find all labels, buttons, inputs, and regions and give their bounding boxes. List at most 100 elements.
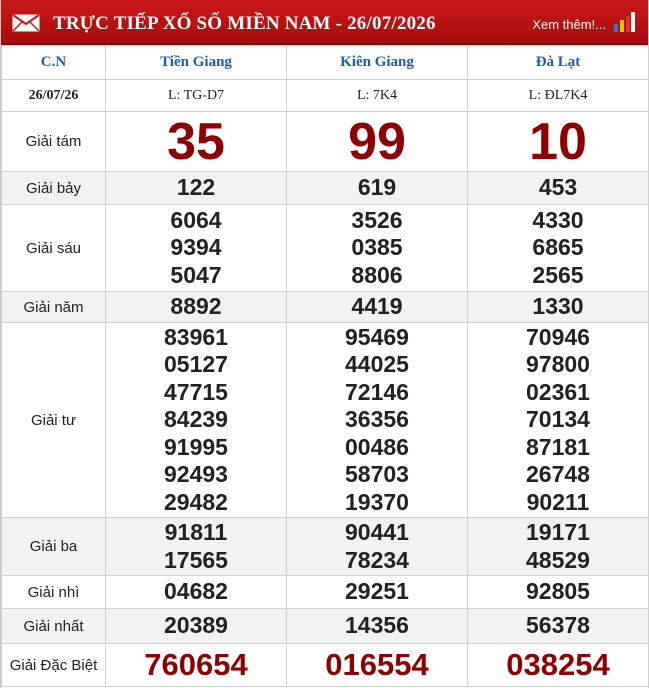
prize-number: 4419	[351, 293, 403, 320]
prize-row-g3: Giải ba 91811 17565 90441 78234 19171 48…	[1, 517, 649, 576]
mail-icon	[12, 14, 40, 32]
ticket-code: L: ĐL7K4	[467, 79, 649, 112]
prize-number: 92805	[526, 578, 590, 605]
prize-cell: 038254	[467, 643, 649, 687]
prize-label: Giải tám	[1, 111, 106, 172]
prize-cell: 91811 17565	[105, 517, 287, 576]
header-title: TRỰC TIẾP XỔ SỐ MIỀN NAM - 26/07/2026	[53, 13, 436, 34]
bar-chart-icon[interactable]	[612, 12, 636, 32]
prize-cell: 56378	[467, 608, 649, 644]
prize-number: 6064	[170, 206, 222, 233]
prize-row-g4: Giải tư 83961 05127 47715 84239 91995 92…	[1, 322, 649, 518]
prize-number: 19171	[526, 519, 590, 545]
prize-cell: 90441 78234	[286, 517, 468, 576]
prize-number: 26748	[526, 461, 590, 488]
prize-number: 90211	[526, 488, 590, 515]
prize-number: 72146	[345, 378, 409, 405]
prize-number: 2565	[532, 261, 584, 288]
prize-row-g6: Giải sáu 6064 9394 5047 3526 0385 8806 4…	[1, 204, 649, 292]
prize-number: 122	[176, 174, 216, 201]
prize-number: 48529	[526, 546, 590, 573]
prize-cell: 8892	[105, 291, 287, 323]
prize-cell: 14356	[286, 608, 468, 644]
prize-cell: 3526 0385 8806	[286, 204, 468, 292]
prize-number: 58703	[345, 461, 409, 488]
province-name[interactable]: Kiên Giang	[286, 45, 468, 80]
prize-number: 56378	[526, 612, 590, 639]
prize-number: 05127	[164, 351, 228, 378]
ticket-code: L: 7K4	[286, 79, 468, 112]
ticket-row: 26/07/26 L: TG-D7 L: 7K4 L: ĐL7K4	[1, 79, 649, 112]
prize-number: 00486	[345, 433, 409, 460]
prize-number: 453	[538, 174, 578, 201]
province-name[interactable]: Tiền Giang	[105, 45, 287, 80]
lottery-widget: TRỰC TIẾP XỔ SỐ MIỀN NAM - 26/07/2026 Xe…	[0, 0, 649, 688]
prize-cell: 453	[467, 171, 649, 205]
prize-cell: 04682	[105, 575, 287, 609]
prize-label: Giải nhất	[1, 608, 106, 644]
prize-label: Giải ba	[1, 517, 106, 576]
prize-cell: 10	[467, 111, 649, 172]
prize-label: Giải năm	[1, 291, 106, 323]
prize-cell: 4419	[286, 291, 468, 323]
prize-cell: 83961 05127 47715 84239 91995 92493 2948…	[105, 322, 287, 518]
results-header: TRỰC TIẾP XỔ SỐ MIỀN NAM - 26/07/2026 Xe…	[1, 0, 648, 45]
prize-cell: 95469 44025 72146 36356 00486 58703 1937…	[286, 322, 468, 518]
prize-number: 02361	[526, 378, 590, 405]
prize-number: 19370	[345, 488, 409, 515]
prize-number: 10	[529, 112, 587, 171]
prize-number: 92493	[164, 461, 228, 488]
prize-row-g8: Giải tám 35 99 10	[1, 111, 649, 172]
prize-number: 29482	[164, 488, 228, 515]
province-row: C.N Tiền Giang Kiên Giang Đà Lạt	[1, 45, 649, 80]
prize-number: 29251	[345, 578, 409, 605]
prize-number: 84239	[164, 406, 228, 433]
prize-cell: 70946 97800 02361 70134 87181 26748 9021…	[467, 322, 649, 518]
prize-number: 99	[348, 112, 406, 171]
prize-number: 91811	[164, 519, 228, 545]
prize-number: 4330	[532, 206, 584, 233]
prize-number: 36356	[345, 406, 409, 433]
weekday-cell: C.N	[1, 45, 106, 80]
prize-cell: 1330	[467, 291, 649, 323]
prize-number: 78234	[345, 546, 409, 573]
prize-number: 5047	[170, 261, 222, 288]
prize-cell: 20389	[105, 608, 287, 644]
prize-cell: 619	[286, 171, 468, 205]
prize-row-special: Giải Đặc Biệt 760654 016554 038254	[1, 643, 649, 687]
prize-number: 95469	[345, 323, 409, 350]
prize-label: Giải nhì	[1, 575, 106, 609]
prize-number: 91995	[164, 433, 228, 460]
prize-cell: 6064 9394 5047	[105, 204, 287, 292]
prize-number: 619	[357, 174, 397, 201]
special-prize-number: 760654	[144, 647, 248, 682]
prize-number: 44025	[345, 351, 409, 378]
prize-cell: 760654	[105, 643, 287, 687]
province-name[interactable]: Đà Lạt	[467, 45, 649, 80]
prize-cell: 99	[286, 111, 468, 172]
prize-number: 90441	[345, 519, 409, 545]
prize-cell: 016554	[286, 643, 468, 687]
prize-cell: 35	[105, 111, 287, 172]
prize-row-g7: Giải bảy 122 619 453	[1, 171, 649, 205]
prize-number: 87181	[526, 433, 590, 460]
see-more-link[interactable]: Xem thêm!...	[532, 17, 606, 32]
prize-cell: 92805	[467, 575, 649, 609]
prize-label: Giải bảy	[1, 171, 106, 205]
prize-number: 3526	[351, 206, 403, 233]
prize-number: 70946	[526, 323, 590, 350]
prize-number: 8806	[351, 261, 403, 288]
prize-number: 9394	[170, 234, 222, 261]
prize-number: 83961	[164, 323, 228, 350]
prize-number: 20389	[164, 612, 228, 639]
prize-label: Giải sáu	[1, 204, 106, 292]
prize-number: 97800	[526, 351, 590, 378]
prize-number: 70134	[526, 406, 590, 433]
prize-number: 04682	[164, 578, 228, 605]
prize-cell: 4330 6865 2565	[467, 204, 649, 292]
prize-row-g2: Giải nhì 04682 29251 92805	[1, 575, 649, 609]
prize-number: 35	[167, 112, 225, 171]
prize-number: 47715	[164, 378, 228, 405]
prize-label: Giải tư	[1, 322, 106, 518]
special-prize-number: 016554	[325, 647, 429, 682]
